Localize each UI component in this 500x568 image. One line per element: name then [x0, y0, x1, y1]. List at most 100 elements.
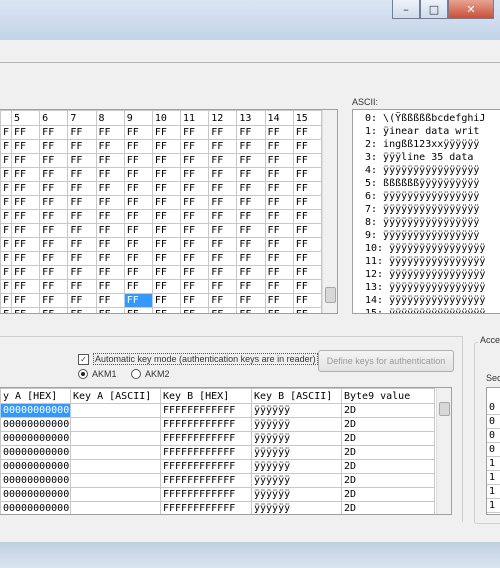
- hex-cell[interactable]: FF: [292, 251, 323, 266]
- keys-cell[interactable]: [70, 417, 161, 432]
- hex-cell[interactable]: FF: [208, 223, 238, 238]
- hex-cell[interactable]: FF: [264, 153, 294, 168]
- hex-cell[interactable]: FF: [151, 293, 182, 308]
- hex-cell[interactable]: FF: [264, 223, 294, 238]
- hex-cell[interactable]: FF: [151, 181, 182, 196]
- keys-col-header[interactable]: y A [HEX]: [0, 388, 71, 404]
- keys-cell[interactable]: 000000000000: [0, 459, 71, 474]
- hex-col-header[interactable]: 11: [180, 110, 210, 126]
- hex-cell[interactable]: FF: [95, 139, 125, 154]
- hex-cell[interactable]: FF: [264, 265, 294, 280]
- akm2-option[interactable]: AKM2: [131, 369, 170, 379]
- hex-cell[interactable]: FF: [95, 125, 125, 140]
- keys-scroll-thumb[interactable]: [439, 402, 450, 416]
- hex-cell[interactable]: FF: [208, 181, 238, 196]
- hex-cell[interactable]: FF: [67, 195, 97, 210]
- keys-cell[interactable]: ÿÿÿÿÿÿ: [251, 473, 342, 488]
- hex-cell[interactable]: FF: [292, 293, 323, 308]
- keys-cell[interactable]: 2D: [341, 459, 435, 474]
- hex-cell[interactable]: FF: [236, 223, 266, 238]
- hex-cell[interactable]: FF: [123, 153, 153, 168]
- hex-cell[interactable]: FF: [39, 307, 69, 313]
- hex-cell[interactable]: FF: [264, 125, 294, 140]
- hex-cell[interactable]: FF: [123, 181, 153, 196]
- hex-cell[interactable]: FF: [123, 279, 153, 294]
- keys-col-header[interactable]: Byte9 value: [341, 388, 435, 404]
- hex-cell[interactable]: FF: [10, 279, 41, 294]
- auto-key-mode-checkbox[interactable]: ✓: [78, 353, 89, 365]
- hex-cell[interactable]: FF: [67, 125, 97, 140]
- hex-cell[interactable]: FF: [39, 223, 69, 238]
- hex-cell[interactable]: FF: [180, 251, 210, 266]
- hex-cell[interactable]: FF: [95, 181, 125, 196]
- hex-cell[interactable]: FF: [208, 125, 238, 140]
- hex-cell[interactable]: FF: [39, 251, 69, 266]
- keys-cell[interactable]: ÿÿÿÿÿÿ: [251, 459, 342, 474]
- hex-cell[interactable]: FF: [10, 265, 41, 280]
- hex-cell[interactable]: F: [0, 139, 12, 154]
- keys-cell[interactable]: ÿÿÿÿÿÿ: [251, 487, 342, 502]
- hex-cell[interactable]: FF: [123, 223, 153, 238]
- hex-col-header[interactable]: 8: [95, 110, 125, 126]
- keys-cell[interactable]: FFFFFFFFFFFF: [160, 431, 252, 446]
- keys-row[interactable]: 000000000000 FFFFFFFFFFFF ÿÿÿÿÿÿ 2D: [0, 473, 435, 488]
- hex-cell[interactable]: FF: [236, 181, 266, 196]
- hex-cell[interactable]: FF: [67, 209, 97, 224]
- hex-cell[interactable]: FF: [236, 293, 266, 308]
- hex-cell[interactable]: FF: [95, 293, 125, 308]
- hex-cell[interactable]: FF: [180, 279, 210, 294]
- keys-cell[interactable]: FFFFFFFFFFFF: [160, 459, 252, 474]
- keys-row[interactable]: 000000000000 FFFFFFFFFFFF ÿÿÿÿÿÿ 2D: [0, 445, 435, 460]
- hex-grid-scrollbar[interactable]: [322, 110, 337, 313]
- hex-cell[interactable]: FF: [95, 307, 125, 313]
- hex-cell[interactable]: FF: [292, 223, 323, 238]
- hex-cell[interactable]: FF: [151, 307, 182, 313]
- keys-cell[interactable]: [70, 459, 161, 474]
- minimize-icon[interactable]: –: [392, 0, 420, 19]
- hex-cell[interactable]: FF: [208, 279, 238, 294]
- hex-cell[interactable]: FF: [180, 209, 210, 224]
- hex-cell[interactable]: FF: [236, 307, 266, 313]
- keys-cell[interactable]: 2D: [341, 417, 435, 432]
- hex-cell[interactable]: FF: [123, 237, 153, 252]
- keys-cell[interactable]: 000000000000: [0, 501, 71, 514]
- access-cell[interactable]: 0: [487, 429, 500, 443]
- access-cell[interactable]: 1: [487, 499, 500, 513]
- hex-cell[interactable]: FF: [180, 293, 210, 308]
- keys-table-panel[interactable]: y A [HEX] Key A [ASCII] Key B [HEX] Key B […: [0, 387, 452, 515]
- hex-cell[interactable]: FF: [151, 125, 182, 140]
- hex-cell[interactable]: FF: [123, 139, 153, 154]
- keys-row[interactable]: 000000000000 FFFFFFFFFFFF ÿÿÿÿÿÿ 2D: [0, 487, 435, 502]
- hex-cell[interactable]: FF: [208, 195, 238, 210]
- keys-cell[interactable]: FFFFFFFFFFFF: [160, 417, 252, 432]
- hex-cell[interactable]: FF: [39, 293, 69, 308]
- keys-cell[interactable]: 000000000000: [0, 473, 71, 488]
- keys-cell[interactable]: 000000000000: [0, 417, 71, 432]
- hex-cell[interactable]: F: [0, 265, 12, 280]
- hex-cell[interactable]: FF: [123, 265, 153, 280]
- hex-cell[interactable]: FF: [123, 125, 153, 140]
- hex-cell[interactable]: FF: [264, 139, 294, 154]
- hex-cell[interactable]: F: [0, 279, 12, 294]
- keys-col-header[interactable]: Key A [ASCII]: [70, 388, 161, 404]
- hex-cell[interactable]: FF: [39, 139, 69, 154]
- hex-cell[interactable]: FF: [208, 209, 238, 224]
- hex-cell[interactable]: FF: [67, 251, 97, 266]
- hex-cell[interactable]: FF: [67, 265, 97, 280]
- hex-cell[interactable]: FF: [10, 293, 41, 308]
- keys-cell[interactable]: [70, 431, 161, 446]
- hex-cell[interactable]: FF: [180, 223, 210, 238]
- hex-cell[interactable]: FF: [39, 209, 69, 224]
- hex-cell[interactable]: FF: [95, 279, 125, 294]
- keys-cell[interactable]: [70, 473, 161, 488]
- hex-cell[interactable]: FF: [95, 209, 125, 224]
- hex-cell[interactable]: F: [0, 251, 12, 266]
- hex-data-grid[interactable]: 5 6 7 8 9 10 11 12 13 14 15 F FF FF FF FF FF FF FF FF FF FF F…: [0, 109, 338, 314]
- hex-cell[interactable]: FF: [180, 195, 210, 210]
- hex-cell[interactable]: FF: [151, 251, 182, 266]
- hex-cell[interactable]: FF: [180, 265, 210, 280]
- hex-cell[interactable]: F: [0, 307, 12, 313]
- hex-cell[interactable]: FF: [123, 251, 153, 266]
- hex-cell[interactable]: FF: [67, 279, 97, 294]
- hex-col-header[interactable]: 6: [39, 110, 69, 126]
